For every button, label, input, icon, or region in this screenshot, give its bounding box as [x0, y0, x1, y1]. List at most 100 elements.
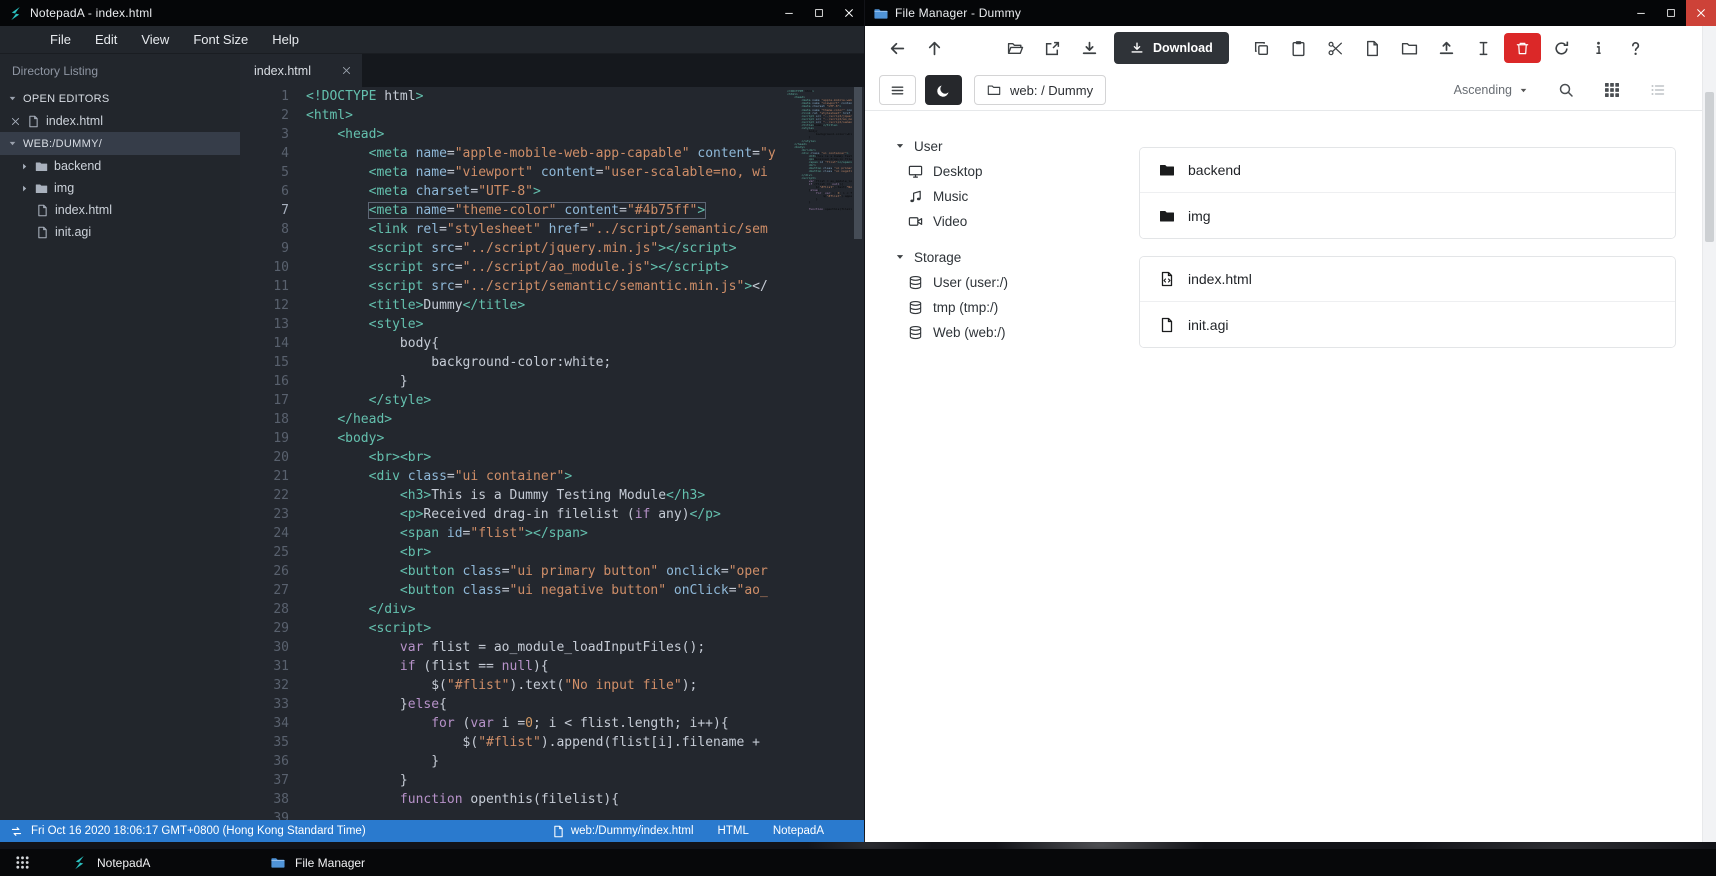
- dark-mode-button[interactable]: [925, 75, 962, 105]
- delete-button[interactable]: [1503, 33, 1541, 63]
- download-button[interactable]: Download: [1114, 32, 1229, 64]
- rename-button[interactable]: [1465, 32, 1502, 64]
- code-line-18[interactable]: </head>: [306, 410, 782, 429]
- code-line-16[interactable]: }: [306, 372, 782, 391]
- search-button[interactable]: [1558, 82, 1574, 98]
- code-line-30[interactable]: var flist = ao_module_loadInputFiles();: [306, 638, 782, 657]
- menu-item-view[interactable]: View: [129, 28, 181, 51]
- code-line-2[interactable]: <html>: [306, 106, 782, 125]
- sidebar-item-user-user[interactable]: User (user:/): [895, 270, 1137, 295]
- filemanager-scrollbar[interactable]: [1702, 26, 1716, 842]
- copy-button[interactable]: [1243, 32, 1280, 64]
- code-line-7[interactable]: <meta name="theme-color" content="#4b75f…: [306, 201, 782, 220]
- code-line-8[interactable]: <link rel="stylesheet" href="../script/s…: [306, 220, 782, 239]
- code-line-27[interactable]: <button class="ui negative button" onCli…: [306, 581, 782, 600]
- notepada-maximize-button[interactable]: [804, 0, 834, 26]
- sidebar-item-video[interactable]: Video: [895, 209, 1137, 234]
- code-line-37[interactable]: }: [306, 771, 782, 790]
- open-editor-index-html[interactable]: index.html: [0, 110, 240, 132]
- file-row-img[interactable]: img: [1140, 193, 1675, 238]
- workspace-header[interactable]: WEB:/DUMMY/: [0, 132, 240, 155]
- editor-minimap[interactable]: <!DOCTYPE html> <html> <head> <meta name=…: [782, 87, 852, 820]
- tab-close-icon[interactable]: [341, 65, 352, 76]
- code-line-9[interactable]: <script src="../script/jquery.min.js"></…: [306, 239, 782, 258]
- save-to-device-button[interactable]: [1071, 32, 1108, 64]
- filemanager-maximize-button[interactable]: [1656, 0, 1686, 26]
- refresh-button[interactable]: [1543, 32, 1580, 64]
- sidebar-item-desktop[interactable]: Desktop: [895, 159, 1137, 184]
- paste-button[interactable]: [1280, 32, 1317, 64]
- code-line-26[interactable]: <button class="ui primary button" onclic…: [306, 562, 782, 581]
- file-row-index-html[interactable]: index.html: [1140, 257, 1675, 302]
- breadcrumb[interactable]: web: / Dummy: [974, 75, 1107, 105]
- menu-item-edit[interactable]: Edit: [83, 28, 129, 51]
- code-line-5[interactable]: <meta name="viewport" content="user-scal…: [306, 163, 782, 182]
- open-button[interactable]: [997, 32, 1034, 64]
- code-line-19[interactable]: <body>: [306, 429, 782, 448]
- code-line-22[interactable]: <h3>This is a Dummy Testing Module</h3>: [306, 486, 782, 505]
- code-line-20[interactable]: <br><br>: [306, 448, 782, 467]
- tree-file-index-html[interactable]: index.html: [0, 199, 240, 221]
- file-row-init-agi[interactable]: init.agi: [1140, 302, 1675, 347]
- tree-folder-img[interactable]: img: [0, 177, 240, 199]
- sidebar-item-tmp-tmp[interactable]: tmp (tmp:/): [895, 295, 1137, 320]
- code-line-24[interactable]: <span id="flist"></span>: [306, 524, 782, 543]
- code-line-10[interactable]: <script src="../script/ao_module.js"></s…: [306, 258, 782, 277]
- menu-item-help[interactable]: Help: [260, 28, 311, 51]
- code-line-4[interactable]: <meta name="apple-mobile-web-app-capable…: [306, 144, 782, 163]
- notepada-close-button[interactable]: [834, 0, 864, 26]
- tree-file-init-agi[interactable]: init.agi: [0, 221, 240, 243]
- code-line-14[interactable]: body{: [306, 334, 782, 353]
- help-button[interactable]: [1617, 32, 1654, 64]
- menu-item-font-size[interactable]: Font Size: [181, 28, 260, 51]
- code-line-13[interactable]: <style>: [306, 315, 782, 334]
- code-line-32[interactable]: $("#flist").text("No input file");: [306, 676, 782, 695]
- code-line-28[interactable]: </div>: [306, 600, 782, 619]
- code-line-29[interactable]: <script>: [306, 619, 782, 638]
- section-header-storage[interactable]: Storage: [895, 244, 1137, 270]
- code-line-36[interactable]: }: [306, 752, 782, 771]
- editor-scrollbar-thumb[interactable]: [854, 87, 862, 239]
- filemanager-scrollbar-thumb[interactable]: [1705, 92, 1714, 242]
- section-header-user[interactable]: User: [895, 133, 1137, 159]
- filemanager-minimize-button[interactable]: [1626, 0, 1656, 26]
- code-line-1[interactable]: <!DOCTYPE html>: [306, 87, 782, 106]
- open-editors-header[interactable]: OPEN EDITORS: [0, 87, 240, 110]
- cut-button[interactable]: [1317, 32, 1354, 64]
- tree-folder-backend[interactable]: backend: [0, 155, 240, 177]
- taskbar-item-notepada[interactable]: NotepadA: [56, 849, 254, 876]
- apps-menu-button[interactable]: [0, 849, 44, 876]
- code-line-35[interactable]: $("#flist").append(flist[i].filename +: [306, 733, 782, 752]
- new-file-button[interactable]: [1354, 32, 1391, 64]
- code-line-39[interactable]: function openthis(filelist){: [306, 790, 782, 809]
- code-line-6[interactable]: <meta charset="UTF-8">: [306, 182, 782, 201]
- tab-index-html[interactable]: index.html: [240, 54, 362, 87]
- sidebar-item-web-web[interactable]: Web (web:/): [895, 320, 1137, 345]
- code-line-25[interactable]: <br>: [306, 543, 782, 562]
- grid-view-button[interactable]: [1604, 82, 1620, 98]
- code-line-3[interactable]: <head>: [306, 125, 782, 144]
- code-line-11[interactable]: <script src="../script/semantic/semantic…: [306, 277, 782, 296]
- editor-scrollbar[interactable]: [852, 87, 864, 820]
- code-line-15[interactable]: background-color:white;: [306, 353, 782, 372]
- code-line-17[interactable]: </style>: [306, 391, 782, 410]
- list-view-button[interactable]: [1650, 82, 1666, 98]
- back-button[interactable]: [879, 32, 916, 64]
- statusbar-language[interactable]: HTML: [718, 825, 749, 837]
- notepada-minimize-button[interactable]: [774, 0, 804, 26]
- sort-dropdown[interactable]: Ascending: [1454, 83, 1528, 97]
- code-line-12[interactable]: <title>Dummy</title>: [306, 296, 782, 315]
- properties-button[interactable]: [1580, 32, 1617, 64]
- new-folder-button[interactable]: [1391, 32, 1428, 64]
- sidebar-item-music[interactable]: Music: [895, 184, 1137, 209]
- open-in-new-window-button[interactable]: [1034, 32, 1071, 64]
- code-line-33[interactable]: }else{: [306, 695, 782, 714]
- code-line-34[interactable]: for (var i =0; i < flist.length; i++){: [306, 714, 782, 733]
- code-line-23[interactable]: <p>Received drag-in filelist (if any)</p…: [306, 505, 782, 524]
- code-line-21[interactable]: <div class="ui container">: [306, 467, 782, 486]
- menu-item-file[interactable]: File: [38, 28, 83, 51]
- file-row-backend[interactable]: backend: [1140, 148, 1675, 193]
- toggle-sidebar-button[interactable]: [879, 75, 916, 105]
- code-line-31[interactable]: if (flist == null){: [306, 657, 782, 676]
- filemanager-close-button[interactable]: [1686, 0, 1716, 26]
